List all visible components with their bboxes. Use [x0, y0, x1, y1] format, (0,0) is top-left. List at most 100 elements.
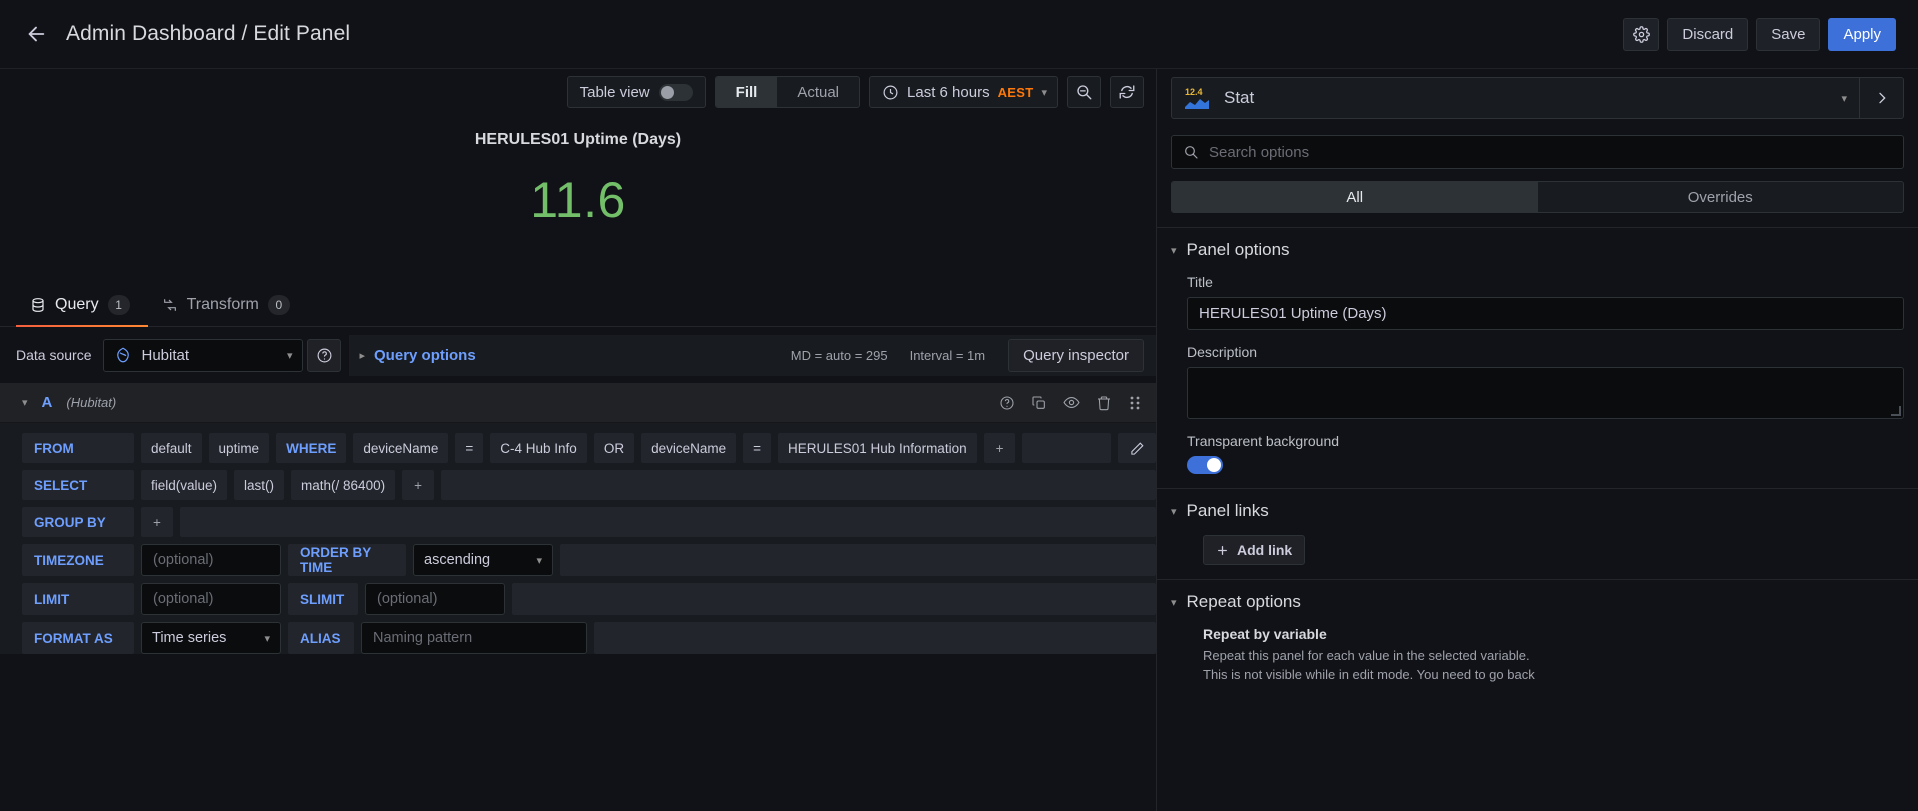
panel-title-field: Title HERULES01 Uptime (Days) [1171, 274, 1904, 330]
from-row-filler [1022, 433, 1111, 463]
visualization-picker-toggle[interactable]: 12.4 Stat ▾ [1172, 78, 1859, 118]
arrow-left-icon [28, 26, 45, 42]
timezone-key: TIMEZONE [22, 544, 134, 576]
query-options-link[interactable]: Query options [374, 347, 476, 364]
where-cond2-field[interactable]: deviceName [641, 433, 737, 463]
repeat-options-header[interactable]: ▾ Repeat options [1171, 592, 1904, 612]
chevron-down-icon: ▾ [286, 349, 293, 362]
where-cond2-value[interactable]: HERULES01 Hub Information [778, 433, 977, 463]
transparent-background-label: Transparent background [1187, 433, 1340, 449]
editor-body: Table view Fill Actual Last 6 hours AEST… [0, 69, 1918, 811]
group-by-add-button[interactable]: + [141, 507, 173, 537]
group-by-row-filler [179, 507, 1156, 537]
table-view-switch[interactable] [658, 83, 693, 101]
tab-transform[interactable]: Transform 0 [148, 295, 308, 326]
panel-settings-button[interactable] [1623, 17, 1660, 51]
chevron-down-icon: ▾ [536, 554, 542, 567]
panel-links-header[interactable]: ▾ Panel links [1171, 501, 1904, 521]
timezone-label: AEST [997, 84, 1034, 100]
from-measurement[interactable]: uptime [208, 433, 270, 463]
select-aggregate[interactable]: last() [234, 470, 285, 500]
format-as-select[interactable]: Time series ▾ [141, 622, 281, 654]
query-card-tools [999, 394, 1142, 411]
repeat-by-variable-description-line1: Repeat this panel for each value in the … [1203, 648, 1530, 663]
where-cond2-operator[interactable]: = [743, 433, 771, 463]
options-scroll-area[interactable]: ▾ Panel options Title HERULES01 Uptime (… [1157, 213, 1918, 811]
fill-option[interactable]: Fill [715, 77, 778, 107]
where-cond1-value[interactable]: C-4 Hub Info [490, 433, 587, 463]
select-add-button[interactable]: + [402, 470, 434, 500]
apply-button[interactable]: Apply [1828, 17, 1896, 51]
timezone-input[interactable]: (optional) [141, 544, 281, 576]
options-pane: 12.4 Stat ▾ Search options All Overrides… [1156, 69, 1918, 811]
drag-query-handle[interactable] [1128, 395, 1142, 411]
tab-all-options[interactable]: All [1172, 182, 1538, 212]
tab-query-label: Query [55, 296, 99, 313]
add-link-label: Add link [1237, 542, 1293, 558]
toggle-query-visibility-button[interactable] [1063, 394, 1080, 411]
zoom-out-button[interactable] [1067, 76, 1101, 108]
query-datasource-name: (Hubitat) [66, 395, 117, 410]
visualization-next-button[interactable] [1859, 78, 1903, 118]
panel-title-input[interactable]: HERULES01 Uptime (Days) [1187, 297, 1904, 330]
query-card-a: ▾ A (Hubitat) FROM default uptime WHERE … [0, 383, 1156, 654]
panel-description-textarea[interactable] [1187, 367, 1904, 419]
duplicate-query-button[interactable] [1031, 395, 1047, 411]
where-conjunction[interactable]: OR [593, 433, 635, 463]
datasource-label: Data source [16, 347, 92, 363]
where-cond1-operator[interactable]: = [455, 433, 484, 463]
alias-key: ALIAS [288, 622, 354, 654]
alias-input[interactable]: Naming pattern [361, 622, 587, 654]
time-range-label: Last 6 hours [907, 83, 990, 101]
slimit-input[interactable]: (optional) [365, 583, 505, 615]
discard-button[interactable]: Discard [1667, 17, 1749, 51]
breadcrumb: Admin Dashboard / Edit Panel [66, 22, 351, 45]
limit-row-filler [512, 583, 1156, 615]
collapse-query-icon[interactable]: ▾ [22, 396, 28, 409]
toolbar-actions: Discard Save Apply [1623, 17, 1896, 51]
search-options-field[interactable]: Search options [1171, 135, 1904, 169]
query-help-button[interactable] [999, 395, 1015, 411]
query-row-group-by: GROUP BY + [22, 507, 1156, 537]
group-by-key: GROUP BY [22, 507, 134, 537]
where-cond1-field[interactable]: deviceName [353, 433, 449, 463]
query-row-from: FROM default uptime WHERE deviceName = C… [22, 433, 1156, 463]
tab-query[interactable]: Query 1 [16, 295, 148, 327]
where-add-button[interactable]: + [983, 433, 1016, 463]
preview-panel-title: HERULES01 Uptime (Days) [474, 131, 682, 148]
query-tab-bar: Query 1 Transform 0 [0, 285, 1156, 327]
toggle-text-edit-mode-button[interactable] [1118, 433, 1156, 463]
time-range-picker[interactable]: Last 6 hours AEST ▾ [869, 76, 1058, 108]
query-inspector-button[interactable]: Query inspector [1008, 338, 1144, 372]
back-button[interactable] [18, 16, 54, 52]
transparent-background-switch[interactable] [1187, 456, 1223, 474]
add-link-button[interactable]: Add link [1203, 535, 1306, 565]
table-view-toggle[interactable]: Table view [566, 76, 706, 108]
chevron-down-icon: ▾ [1171, 244, 1177, 257]
select-math[interactable]: math(/ 86400) [291, 470, 396, 500]
select-field[interactable]: field(value) [141, 470, 228, 500]
panel-description-field: Description [1171, 344, 1904, 419]
delete-query-button[interactable] [1096, 395, 1112, 411]
panel-preview: HERULES01 Uptime (Days) 11.6 [0, 115, 1156, 285]
panel-edit-page: Admin Dashboard / Edit Panel Discard Sav… [0, 0, 1918, 811]
from-retention-policy[interactable]: default [141, 433, 202, 463]
limit-input[interactable]: (optional) [141, 583, 281, 615]
datasource-help-button[interactable] [307, 338, 342, 372]
query-ref-id[interactable]: A [42, 394, 53, 411]
refresh-button[interactable] [1110, 76, 1144, 108]
order-by-time-select[interactable]: ascending ▾ [413, 544, 553, 576]
panel-title-label: Title [1187, 274, 1213, 290]
limit-key: LIMIT [22, 583, 134, 615]
chevron-down-icon: ▾ [264, 632, 270, 645]
datasource-select[interactable]: Hubitat ▾ [103, 338, 304, 372]
save-button[interactable]: Save [1756, 17, 1821, 51]
tab-overrides[interactable]: Overrides [1538, 182, 1904, 212]
visualization-name: Stat [1224, 88, 1255, 107]
query-options-bar: ▸ Query options MD = auto = 295 Interval… [349, 334, 1156, 376]
add-link-field: Add link [1171, 535, 1904, 565]
chevron-right-icon[interactable]: ▸ [359, 349, 365, 362]
actual-option[interactable]: Actual [777, 77, 859, 107]
panel-options-header[interactable]: ▾ Panel options [1171, 240, 1904, 260]
query-row-select: SELECT field(value) last() math(/ 86400)… [22, 470, 1156, 500]
